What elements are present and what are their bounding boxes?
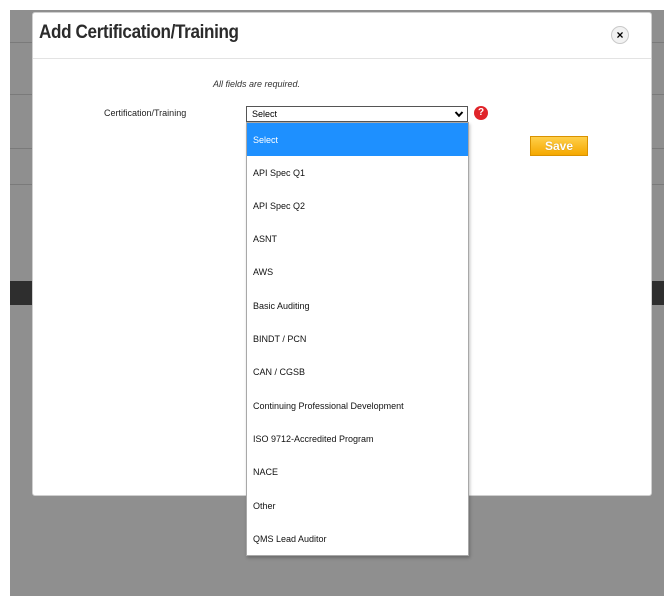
dropdown-option[interactable]: Other xyxy=(247,489,468,522)
dropdown-option[interactable]: ASNT xyxy=(247,222,468,255)
dropdown-option[interactable]: BINDT / PCN xyxy=(247,322,468,355)
save-button[interactable]: Save xyxy=(530,136,588,156)
chevron-down-icon xyxy=(454,111,464,118)
certification-dropdown-list: Select API Spec Q1 API Spec Q2 ASNT AWS … xyxy=(246,122,469,556)
dropdown-option[interactable]: Continuing Professional Development xyxy=(247,389,468,422)
help-icon-glyph: ? xyxy=(477,107,485,118)
modal-header: Add Certification/Training × xyxy=(33,13,651,59)
close-icon: × xyxy=(616,28,624,42)
dropdown-option[interactable]: ISO 9712-Accredited Program xyxy=(247,422,468,455)
certification-field-label: Certification/Training xyxy=(104,108,187,118)
help-icon[interactable]: ? xyxy=(474,106,488,120)
dropdown-option[interactable]: AWS xyxy=(247,255,468,288)
close-button[interactable]: × xyxy=(611,26,629,44)
certification-select[interactable]: Select xyxy=(246,106,468,122)
modal-title: Add Certification/Training xyxy=(39,22,239,43)
dropdown-option[interactable]: QMS Lead Auditor xyxy=(247,522,468,555)
dropdown-option[interactable]: NACE xyxy=(247,455,468,488)
dropdown-option[interactable]: API Spec Q2 xyxy=(247,189,468,222)
select-current-value: Select xyxy=(252,109,278,119)
backdrop-left-strip xyxy=(0,0,10,596)
backdrop-top-strip xyxy=(0,0,664,10)
dropdown-option[interactable]: Basic Auditing xyxy=(247,289,468,322)
dropdown-option-selected[interactable]: Select xyxy=(247,123,468,156)
dropdown-option[interactable]: CAN / CGSB xyxy=(247,355,468,388)
dropdown-option[interactable]: API Spec Q1 xyxy=(247,156,468,189)
required-fields-note: All fields are required. xyxy=(213,79,301,89)
